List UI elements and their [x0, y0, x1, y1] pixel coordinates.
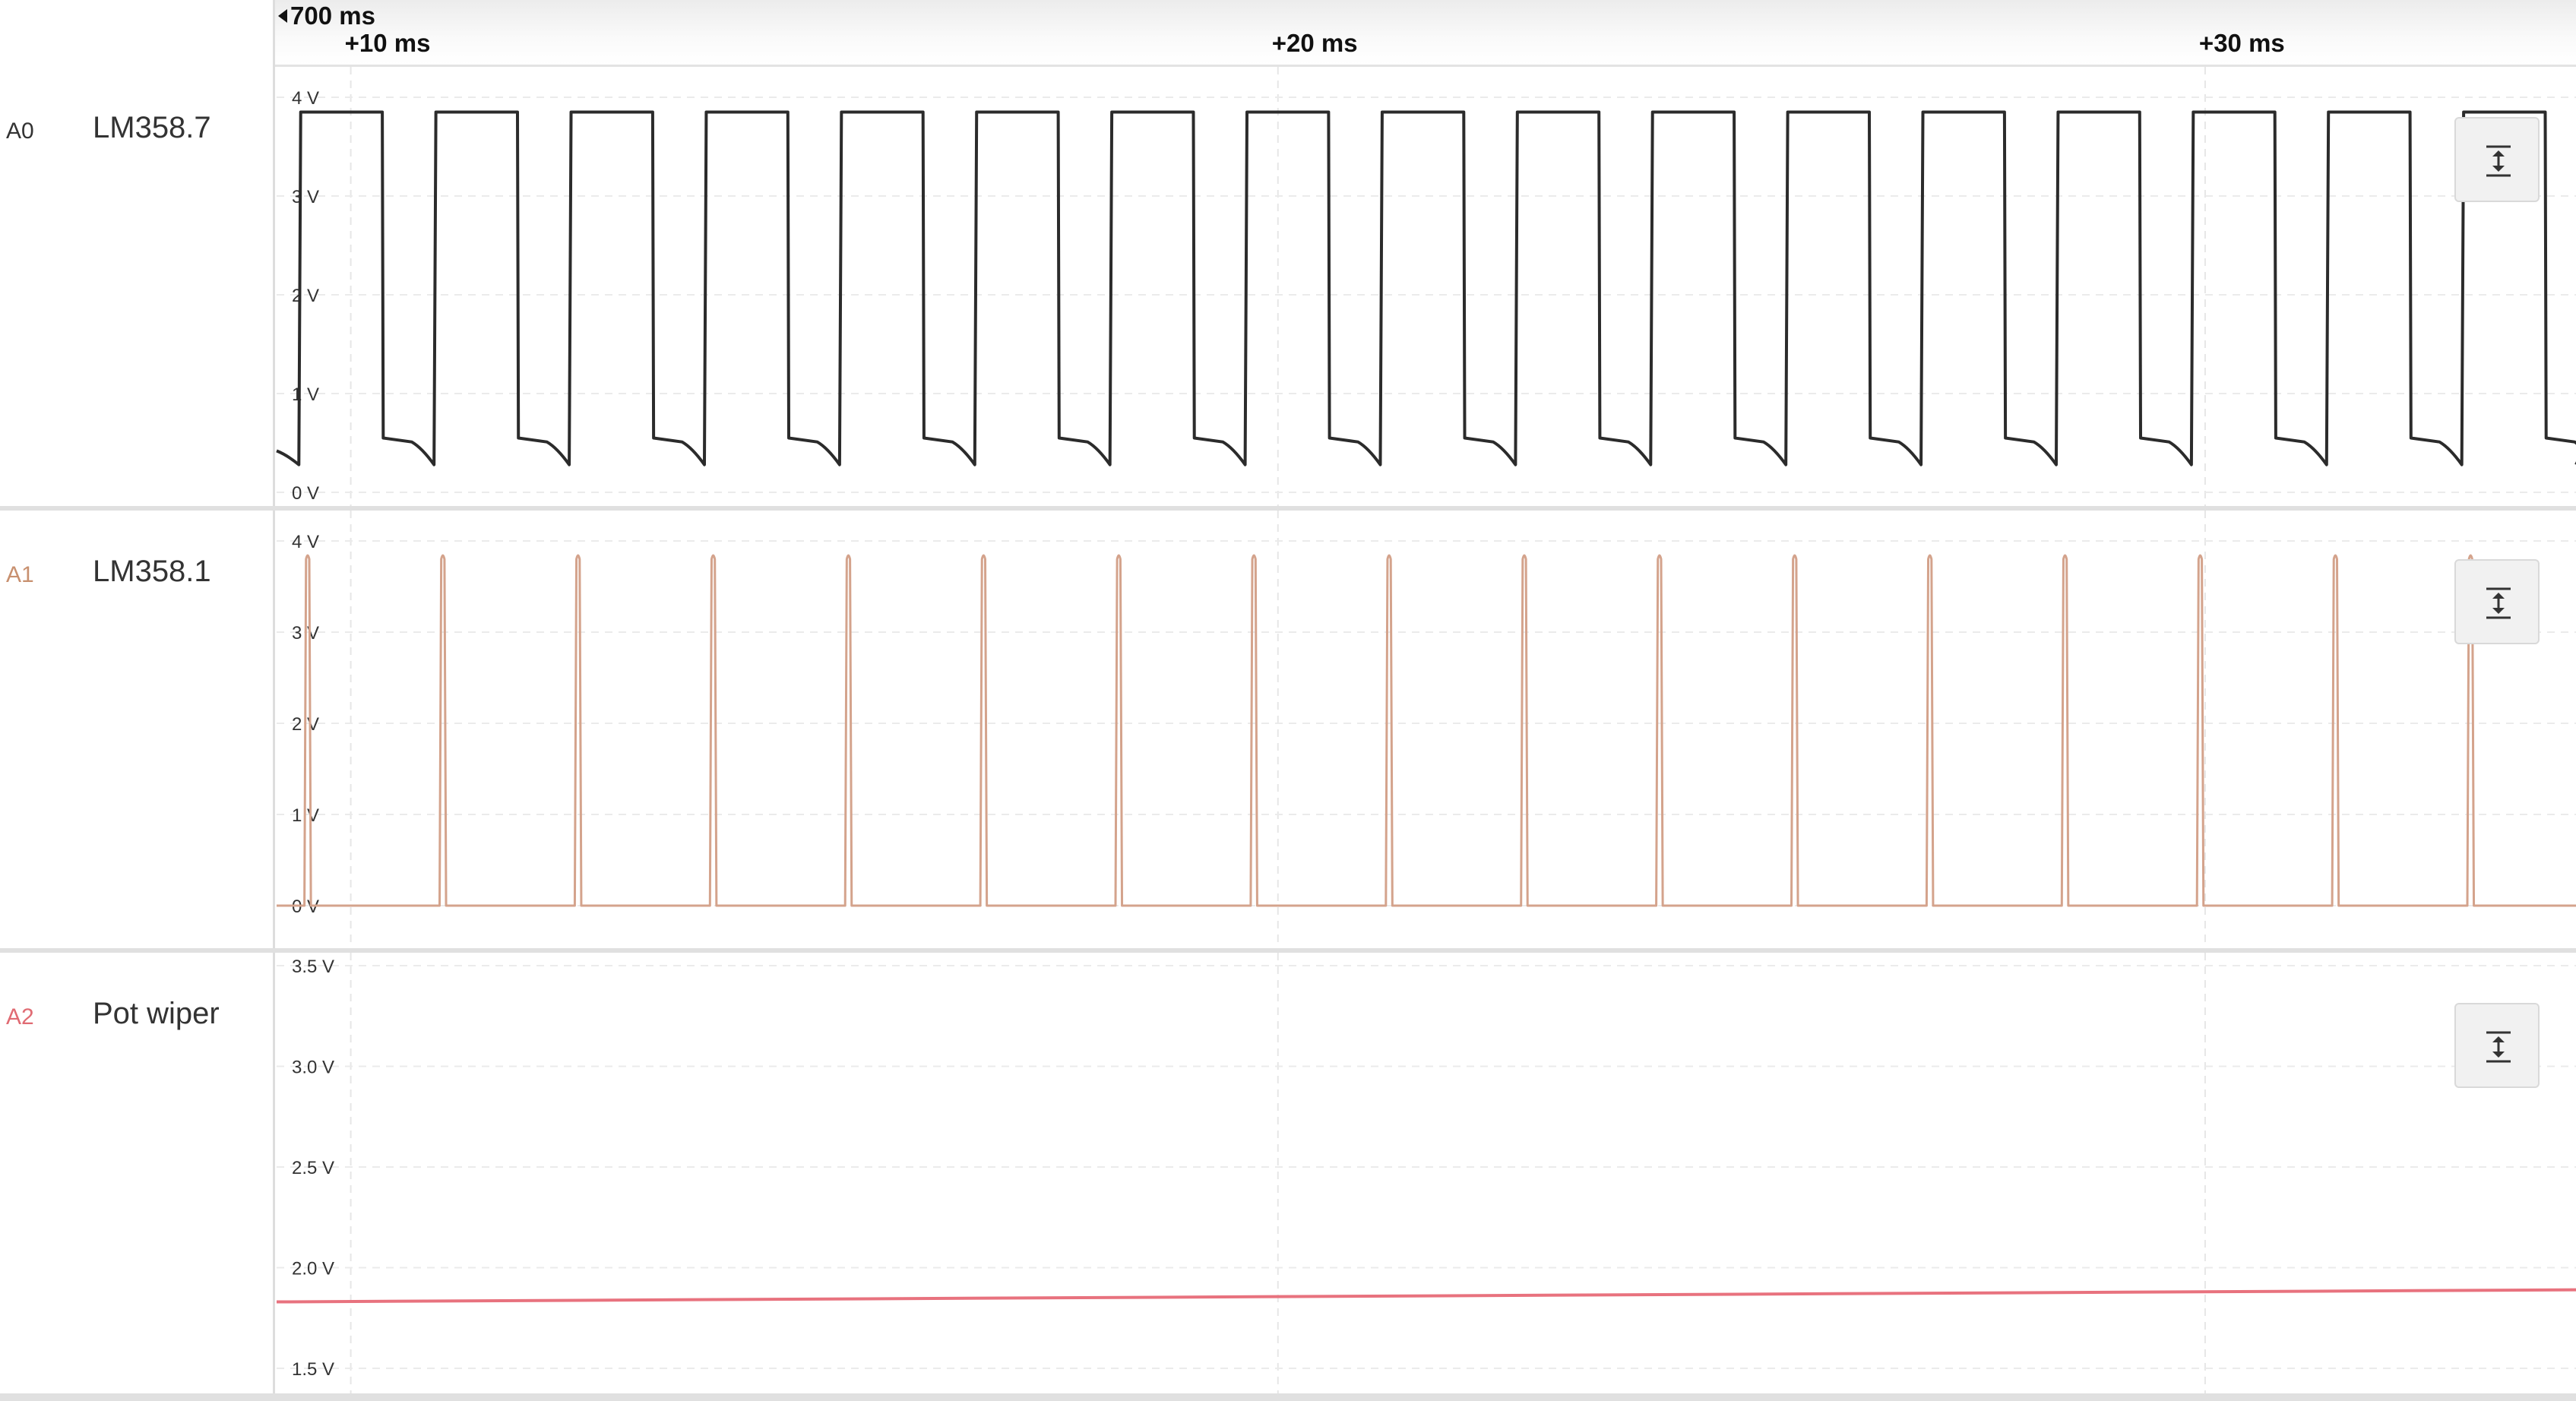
y-tick-label: 3 V	[292, 187, 319, 207]
channel-id: A1	[6, 562, 34, 587]
channel-row-a2: 3.5 V 3.0 V 2.5 V 2.0 V 1.5 V A2 Pot wiper	[0, 953, 2576, 1393]
channel-plot-a0[interactable]: 4 V 3 V 2 V 1 V 0 V	[0, 67, 2576, 506]
time-offset-value: 700 ms	[290, 2, 375, 30]
series-line-a0	[276, 110, 2576, 466]
series-line-a2	[276, 1288, 2576, 1304]
triangle-left-icon	[278, 9, 287, 23]
autoscale-button-a1[interactable]	[2454, 559, 2540, 644]
channel-name: LM358.7	[93, 111, 211, 144]
time-tick-label: +30 ms	[2198, 29, 2285, 57]
channel-header-a2[interactable]: A2 Pot wiper	[0, 953, 275, 1393]
y-tick-label: 4 V	[292, 88, 319, 109]
y-tick-label: 1 V	[292, 384, 319, 405]
channel-id: A0	[6, 119, 34, 144]
fit-vertical-icon	[2486, 1031, 2511, 1063]
y-tick-label: 2.5 V	[292, 1158, 334, 1178]
y-tick-label: 2.0 V	[292, 1259, 334, 1279]
series-line-a1	[277, 554, 2576, 907]
y-tick-label: 3.0 V	[292, 1058, 334, 1078]
channel-row-a0: 4 V 3 V 2 V 1 V 0 V A0 LM358.7	[0, 67, 2576, 506]
time-offset-label: 700 ms	[275, 2, 375, 30]
time-tick-label: +10 ms	[344, 29, 431, 57]
fit-vertical-icon	[2486, 587, 2511, 619]
channel-plot-a2[interactable]: 3.5 V 3.0 V 2.5 V 2.0 V 1.5 V	[0, 953, 2576, 1393]
channel-name: LM358.1	[93, 555, 211, 588]
time-tick-label: +20 ms	[1271, 29, 1358, 57]
y-tick-label: 0 V	[292, 483, 319, 504]
y-tick-label: 3.5 V	[292, 957, 334, 977]
y-tick-label: 4 V	[292, 532, 319, 552]
logic-analyzer-view: 700 ms +10 ms +20 ms +30 ms 4 V3 V2 V1 V…	[0, 0, 2576, 1401]
channel-name: Pot wiper	[93, 997, 220, 1030]
fit-vertical-icon	[2486, 145, 2511, 177]
channel-plot-a1[interactable]: 4 V3 V2 V1 V0 V	[0, 511, 2576, 948]
time-ruler[interactable]: 700 ms +10 ms +20 ms +30 ms	[0, 0, 2576, 67]
channel-id: A2	[6, 1004, 34, 1029]
autoscale-button-a2[interactable]	[2454, 1003, 2540, 1088]
y-tick-label: 2 V	[292, 286, 319, 306]
channel-row-a1: 4 V3 V2 V1 V0 V A1 LM358.1	[0, 511, 2576, 948]
autoscale-button-a0[interactable]	[2454, 117, 2540, 202]
channel-header-a0[interactable]: A0 LM358.7	[0, 67, 275, 506]
ruler-header-blank	[0, 0, 275, 67]
channel-header-a1[interactable]: A1 LM358.1	[0, 511, 275, 948]
row-separator	[0, 1393, 2576, 1401]
y-tick-label: 1.5 V	[292, 1359, 334, 1380]
